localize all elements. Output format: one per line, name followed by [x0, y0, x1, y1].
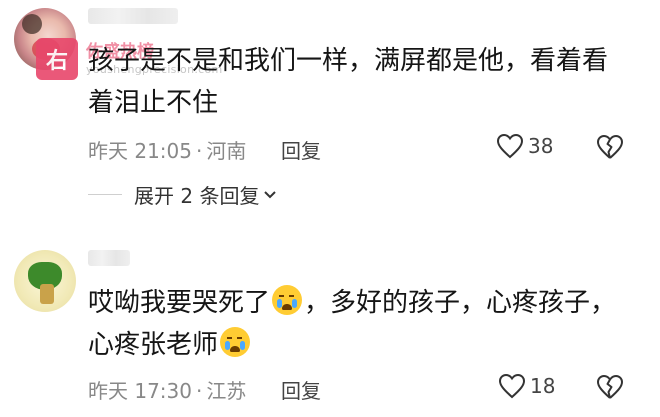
broken-heart-icon — [597, 375, 623, 399]
watermark-badge: 右 — [36, 38, 78, 80]
comment-segment: ，多好的孩子，心疼孩子， — [304, 288, 617, 318]
comment-text-1: 孩子是不是和我们一样，满屏都是他，看着看 着泪止不住 — [88, 40, 648, 124]
divider — [88, 194, 122, 195]
crying-emoji-icon — [272, 285, 303, 315]
like-button[interactable]: 38 — [496, 133, 553, 159]
username-blurred-1[interactable] — [88, 8, 178, 24]
comment-segment: 哎呦我要哭死了 — [88, 288, 271, 318]
comment-text-2: 哎呦我要哭死了 ，多好的孩子，心疼孩子， 心疼张老师 — [88, 282, 648, 366]
comment-segment: 心疼张老师 — [88, 330, 219, 360]
expand-replies-label: 展开 2 条回复 — [134, 184, 260, 208]
comment-location: 河南 — [206, 139, 247, 163]
username-blurred-2[interactable] — [88, 250, 130, 266]
comment-meta-2: 昨天 17:30 · 江苏 — [88, 379, 247, 403]
comment-time: 昨天 21:05 — [88, 139, 192, 163]
comment-line: 孩子是不是和我们一样，满屏都是他，看着看 — [88, 46, 609, 76]
chevron-down-icon — [264, 190, 277, 198]
reply-button[interactable]: 回复 — [281, 375, 321, 404]
crying-emoji-icon — [220, 327, 251, 357]
comment-line: 着泪止不住 — [88, 88, 219, 118]
comment-time: 昨天 17:30 — [88, 379, 192, 403]
comment-line: 哎呦我要哭死了 ，多好的孩子，心疼孩子， — [88, 282, 648, 324]
like-button[interactable]: 18 — [498, 373, 555, 399]
like-count: 18 — [530, 374, 556, 398]
comment-line: 心疼张老师 — [88, 324, 648, 366]
expand-replies[interactable]: 展开 2 条回复 — [88, 180, 277, 209]
dislike-button[interactable] — [596, 134, 624, 164]
heart-icon — [496, 133, 524, 159]
reply-button[interactable]: 回复 — [281, 135, 321, 164]
user-avatar-2[interactable] — [14, 250, 76, 312]
comment-location: 江苏 — [206, 379, 247, 403]
comment-meta-1: 昨天 21:05 · 河南 — [88, 139, 247, 163]
broken-heart-icon — [597, 135, 623, 159]
heart-icon — [498, 373, 526, 399]
like-count: 38 — [528, 134, 554, 158]
dislike-button[interactable] — [596, 374, 624, 404]
